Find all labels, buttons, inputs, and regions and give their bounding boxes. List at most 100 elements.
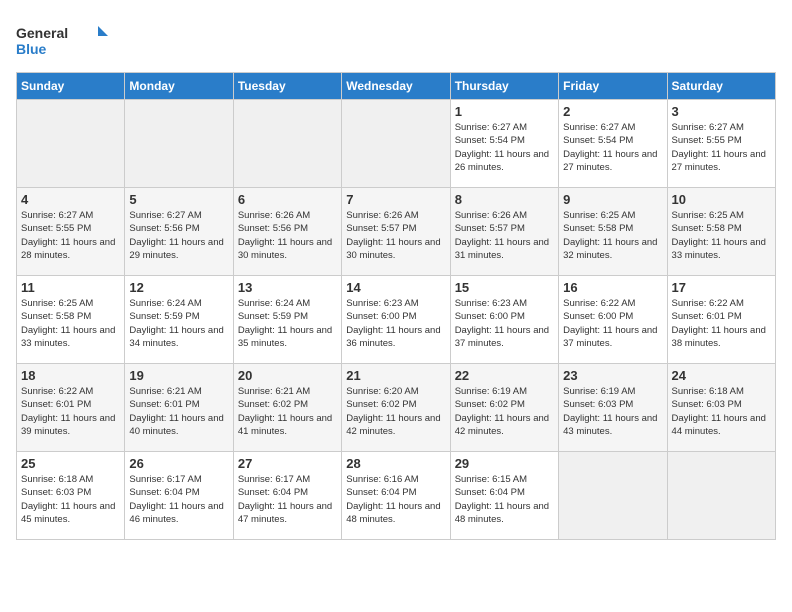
day-number: 28 [346, 456, 445, 471]
day-number: 13 [238, 280, 337, 295]
day-info: Sunrise: 6:26 AM Sunset: 5:57 PM Dayligh… [346, 209, 445, 262]
day-info: Sunrise: 6:27 AM Sunset: 5:54 PM Dayligh… [563, 121, 662, 174]
calendar-cell [17, 100, 125, 188]
day-info: Sunrise: 6:23 AM Sunset: 6:00 PM Dayligh… [346, 297, 445, 350]
day-info: Sunrise: 6:24 AM Sunset: 5:59 PM Dayligh… [238, 297, 337, 350]
day-number: 19 [129, 368, 228, 383]
weekday-header: Wednesday [342, 73, 450, 100]
svg-text:Blue: Blue [16, 41, 47, 57]
day-info: Sunrise: 6:27 AM Sunset: 5:54 PM Dayligh… [455, 121, 554, 174]
day-number: 15 [455, 280, 554, 295]
day-info: Sunrise: 6:21 AM Sunset: 6:01 PM Dayligh… [129, 385, 228, 438]
day-number: 17 [672, 280, 771, 295]
calendar-cell [233, 100, 341, 188]
day-info: Sunrise: 6:27 AM Sunset: 5:55 PM Dayligh… [672, 121, 771, 174]
calendar-cell: 7 Sunrise: 6:26 AM Sunset: 5:57 PM Daylig… [342, 188, 450, 276]
weekday-header: Monday [125, 73, 233, 100]
calendar-cell: 29 Sunrise: 6:15 AM Sunset: 6:04 PM Dayli… [450, 452, 558, 540]
calendar-week-row: 11 Sunrise: 6:25 AM Sunset: 5:58 PM Dayli… [17, 276, 776, 364]
day-number: 3 [672, 104, 771, 119]
calendar-cell: 5 Sunrise: 6:27 AM Sunset: 5:56 PM Daylig… [125, 188, 233, 276]
calendar-cell: 12 Sunrise: 6:24 AM Sunset: 5:59 PM Dayli… [125, 276, 233, 364]
calendar-cell: 21 Sunrise: 6:20 AM Sunset: 6:02 PM Dayli… [342, 364, 450, 452]
day-info: Sunrise: 6:16 AM Sunset: 6:04 PM Dayligh… [346, 473, 445, 526]
day-number: 4 [21, 192, 120, 207]
weekday-header-row: SundayMondayTuesdayWednesdayThursdayFrid… [17, 73, 776, 100]
day-number: 9 [563, 192, 662, 207]
day-info: Sunrise: 6:26 AM Sunset: 5:56 PM Dayligh… [238, 209, 337, 262]
day-info: Sunrise: 6:21 AM Sunset: 6:02 PM Dayligh… [238, 385, 337, 438]
day-number: 18 [21, 368, 120, 383]
logo-svg: General Blue [16, 20, 116, 64]
day-info: Sunrise: 6:22 AM Sunset: 6:01 PM Dayligh… [21, 385, 120, 438]
weekday-header: Friday [559, 73, 667, 100]
calendar-cell: 27Sunrise: 6:17 AM Sunset: 6:04 PM Dayli… [233, 452, 341, 540]
day-number: 20 [238, 368, 337, 383]
day-info: Sunrise: 6:26 AM Sunset: 5:57 PM Dayligh… [455, 209, 554, 262]
calendar-cell: 1 Sunrise: 6:27 AM Sunset: 5:54 PM Daylig… [450, 100, 558, 188]
calendar-table: SundayMondayTuesdayWednesdayThursdayFrid… [16, 72, 776, 540]
day-number: 5 [129, 192, 228, 207]
day-info: Sunrise: 6:25 AM Sunset: 5:58 PM Dayligh… [672, 209, 771, 262]
calendar-cell: 13 Sunrise: 6:24 AM Sunset: 5:59 PM Dayli… [233, 276, 341, 364]
day-info: Sunrise: 6:27 AM Sunset: 5:55 PM Dayligh… [21, 209, 120, 262]
calendar-cell [559, 452, 667, 540]
day-number: 11 [21, 280, 120, 295]
day-number: 6 [238, 192, 337, 207]
calendar-week-row: 4 Sunrise: 6:27 AM Sunset: 5:55 PM Daylig… [17, 188, 776, 276]
day-number: 12 [129, 280, 228, 295]
calendar-cell: 22 Sunrise: 6:19 AM Sunset: 6:02 PM Dayli… [450, 364, 558, 452]
day-number: 16 [563, 280, 662, 295]
calendar-cell [667, 452, 775, 540]
logo: General Blue [16, 20, 116, 64]
calendar-cell: 9 Sunrise: 6:25 AM Sunset: 5:58 PM Daylig… [559, 188, 667, 276]
day-info: Sunrise: 6:25 AM Sunset: 5:58 PM Dayligh… [563, 209, 662, 262]
calendar-cell: 2 Sunrise: 6:27 AM Sunset: 5:54 PM Daylig… [559, 100, 667, 188]
calendar-cell: 8 Sunrise: 6:26 AM Sunset: 5:57 PM Daylig… [450, 188, 558, 276]
day-info: Sunrise: 6:20 AM Sunset: 6:02 PM Dayligh… [346, 385, 445, 438]
calendar-week-row: 1 Sunrise: 6:27 AM Sunset: 5:54 PM Daylig… [17, 100, 776, 188]
day-number: 7 [346, 192, 445, 207]
calendar-week-row: 25Sunrise: 6:18 AM Sunset: 6:03 PM Dayli… [17, 452, 776, 540]
day-number: 2 [563, 104, 662, 119]
day-number: 8 [455, 192, 554, 207]
calendar-week-row: 18 Sunrise: 6:22 AM Sunset: 6:01 PM Dayli… [17, 364, 776, 452]
weekday-header: Tuesday [233, 73, 341, 100]
day-number: 24 [672, 368, 771, 383]
day-info: Sunrise: 6:25 AM Sunset: 5:58 PM Dayligh… [21, 297, 120, 350]
day-info: Sunrise: 6:15 AM Sunset: 6:04 PM Dayligh… [455, 473, 554, 526]
calendar-cell: 6 Sunrise: 6:26 AM Sunset: 5:56 PM Daylig… [233, 188, 341, 276]
day-info: Sunrise: 6:19 AM Sunset: 6:02 PM Dayligh… [455, 385, 554, 438]
calendar-cell: 23Sunrise: 6:19 AM Sunset: 6:03 PM Dayli… [559, 364, 667, 452]
calendar-cell: 3 Sunrise: 6:27 AM Sunset: 5:55 PM Daylig… [667, 100, 775, 188]
calendar-cell: 19 Sunrise: 6:21 AM Sunset: 6:01 PM Dayli… [125, 364, 233, 452]
day-info: Sunrise: 6:24 AM Sunset: 5:59 PM Dayligh… [129, 297, 228, 350]
day-info: Sunrise: 6:22 AM Sunset: 6:01 PM Dayligh… [672, 297, 771, 350]
weekday-header: Saturday [667, 73, 775, 100]
calendar-cell: 28 Sunrise: 6:16 AM Sunset: 6:04 PM Dayli… [342, 452, 450, 540]
calendar-cell [342, 100, 450, 188]
day-number: 26 [129, 456, 228, 471]
page-header: General Blue [16, 16, 776, 64]
calendar-cell: 18 Sunrise: 6:22 AM Sunset: 6:01 PM Dayli… [17, 364, 125, 452]
day-info: Sunrise: 6:17 AM Sunset: 6:04 PM Dayligh… [129, 473, 228, 526]
day-info: Sunrise: 6:27 AM Sunset: 5:56 PM Dayligh… [129, 209, 228, 262]
day-number: 21 [346, 368, 445, 383]
calendar-cell: 17 Sunrise: 6:22 AM Sunset: 6:01 PM Dayli… [667, 276, 775, 364]
day-number: 10 [672, 192, 771, 207]
calendar-cell: 16Sunrise: 6:22 AM Sunset: 6:00 PM Dayli… [559, 276, 667, 364]
weekday-header: Thursday [450, 73, 558, 100]
calendar-cell: 24Sunrise: 6:18 AM Sunset: 6:03 PM Dayli… [667, 364, 775, 452]
day-info: Sunrise: 6:17 AM Sunset: 6:04 PM Dayligh… [238, 473, 337, 526]
day-info: Sunrise: 6:23 AM Sunset: 6:00 PM Dayligh… [455, 297, 554, 350]
day-number: 1 [455, 104, 554, 119]
calendar-cell: 20 Sunrise: 6:21 AM Sunset: 6:02 PM Dayli… [233, 364, 341, 452]
calendar-cell: 26 Sunrise: 6:17 AM Sunset: 6:04 PM Dayli… [125, 452, 233, 540]
day-info: Sunrise: 6:19 AM Sunset: 6:03 PM Dayligh… [563, 385, 662, 438]
day-number: 22 [455, 368, 554, 383]
calendar-cell: 10 Sunrise: 6:25 AM Sunset: 5:58 PM Dayli… [667, 188, 775, 276]
calendar-cell: 15 Sunrise: 6:23 AM Sunset: 6:00 PM Dayli… [450, 276, 558, 364]
calendar-cell: 14Sunrise: 6:23 AM Sunset: 6:00 PM Dayli… [342, 276, 450, 364]
day-number: 29 [455, 456, 554, 471]
day-number: 25 [21, 456, 120, 471]
